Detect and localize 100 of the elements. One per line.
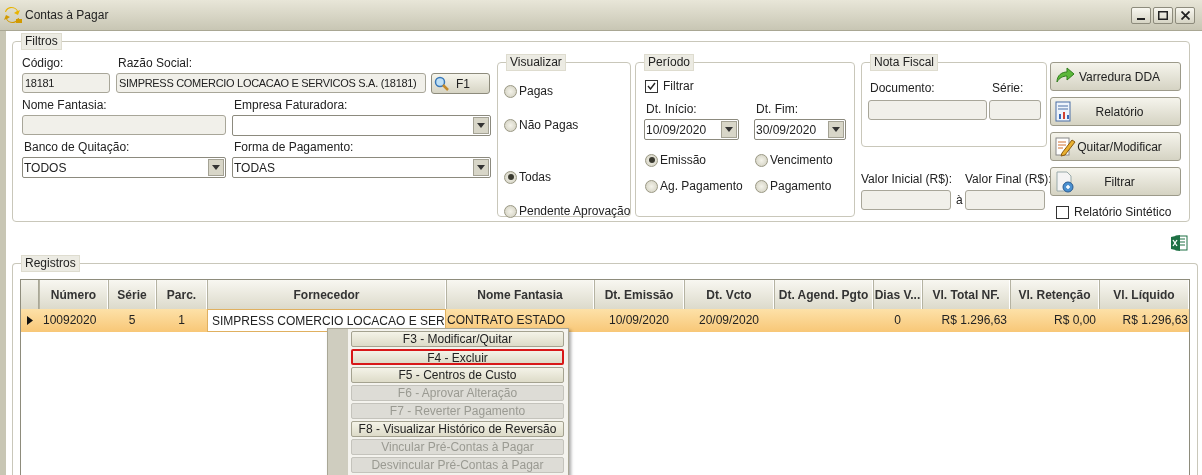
field-label: Dt. Início: bbox=[645, 102, 698, 117]
group-legend: Visualizar bbox=[506, 54, 566, 71]
table-cell-text: 0 bbox=[893, 312, 902, 329]
radio-button[interactable] bbox=[504, 84, 517, 98]
radio-label: Pagamento bbox=[770, 178, 832, 195]
field-label: Forma de Pagamento: bbox=[233, 140, 355, 155]
toolbar-button[interactable]: Varredura DDA bbox=[1050, 62, 1181, 91]
dropdown-field[interactable] bbox=[232, 115, 491, 136]
table-cell-text: CONTRATO ESTADO bbox=[446, 312, 566, 329]
field-label: Valor Inicial (R$): bbox=[861, 172, 953, 187]
search-button[interactable]: F1 bbox=[431, 73, 490, 94]
radio-label: Vencimento bbox=[770, 152, 833, 169]
radio-button[interactable] bbox=[504, 204, 517, 218]
radio-button[interactable] bbox=[504, 170, 517, 184]
column-header[interactable]: Dt. Agend. Pgto bbox=[774, 280, 873, 309]
field-label: Empresa Faturadora: bbox=[233, 98, 349, 113]
menu-item[interactable]: F8 - Visualizar Histórico de Reversão bbox=[351, 421, 564, 437]
row-header-corner bbox=[21, 280, 39, 309]
radio-label: Não Pagas bbox=[519, 117, 579, 134]
field-label: Razão Social: bbox=[117, 56, 194, 71]
caret-icon bbox=[832, 127, 840, 132]
range-separator: à bbox=[956, 193, 963, 207]
radio-button[interactable] bbox=[504, 118, 517, 132]
radio-label: Ag. Pagamento bbox=[660, 178, 743, 195]
field-label: Documento: bbox=[869, 81, 936, 96]
dropdown-field[interactable]: 30/09/2020 bbox=[754, 119, 846, 140]
radio-button[interactable] bbox=[755, 179, 768, 193]
menu-item[interactable]: F5 - Centros de Custo bbox=[351, 367, 564, 383]
column-header[interactable]: Vl. Líquido bbox=[1099, 280, 1189, 309]
input-field[interactable] bbox=[22, 115, 226, 135]
caret-icon bbox=[212, 165, 220, 170]
table-row[interactable]: 10092020 5 1 SIMPRESS COMERCIO LOCACAO E SER CONTRATO ESTADO 10/09/2020 20/09/2020 0 R$ 1.296,63 R$ 0,00 R$ 1.296,63 bbox=[21, 309, 1189, 332]
table-cell-text: R$ 1.296,63 bbox=[940, 312, 1008, 329]
radio-label: Pagas bbox=[519, 83, 554, 100]
radio-button[interactable] bbox=[645, 179, 658, 193]
radio-label: Emissão bbox=[660, 152, 706, 169]
caret-icon bbox=[725, 127, 733, 132]
app-logo-icon bbox=[3, 6, 23, 24]
column-header[interactable]: Dt. Vcto bbox=[684, 280, 774, 309]
search-icon bbox=[434, 75, 450, 92]
column-header[interactable]: Dias V... bbox=[873, 280, 922, 309]
table-cell-text: 10/09/2020 bbox=[607, 312, 671, 329]
dropdown-field[interactable]: TODAS bbox=[232, 157, 491, 178]
input-field[interactable] bbox=[989, 100, 1041, 120]
table-cell-text: R$ 1.296,63 bbox=[1121, 312, 1189, 329]
field-label: Valor Final (R$): bbox=[965, 172, 1052, 187]
input-field[interactable]: 18181 bbox=[22, 73, 110, 93]
group-legend: Nota Fiscal bbox=[870, 54, 939, 71]
column-header[interactable]: Série bbox=[108, 280, 156, 309]
toolbar-button[interactable]: Filtrar bbox=[1050, 167, 1181, 196]
column-header[interactable]: Número bbox=[39, 280, 108, 309]
input-field[interactable] bbox=[965, 190, 1045, 210]
input-field[interactable]: SIMPRESS COMERCIO LOCACAO E SERVICOS S.A. (18181) bbox=[116, 73, 426, 93]
caret-icon bbox=[477, 123, 485, 128]
close-button[interactable] bbox=[1175, 6, 1195, 24]
radio-button[interactable] bbox=[755, 153, 768, 167]
column-header[interactable]: Fornecedor bbox=[207, 280, 446, 309]
checkbox[interactable] bbox=[645, 79, 658, 93]
dropdown-value: 10/09/2020 bbox=[646, 121, 707, 139]
menu-item[interactable]: F4 - Excluir bbox=[351, 349, 564, 365]
field-label: Série: bbox=[991, 81, 1025, 96]
column-header[interactable]: Dt. Emissão bbox=[594, 280, 684, 309]
column-header[interactable]: Vl. Retenção bbox=[1010, 280, 1099, 309]
radio-button[interactable] bbox=[645, 153, 658, 167]
caret-icon bbox=[477, 165, 485, 170]
minimize-button[interactable] bbox=[1131, 6, 1151, 24]
group-legend: Registros bbox=[21, 255, 80, 272]
window-title: Contas à Pagar bbox=[25, 7, 109, 24]
dropdown-field[interactable]: TODOS bbox=[22, 157, 226, 178]
group-legend: Período bbox=[644, 54, 695, 71]
column-header[interactable]: Vl. Total NF. bbox=[922, 280, 1010, 309]
toolbar-button[interactable]: Quitar/Modificar bbox=[1050, 132, 1181, 161]
checkbox-label: Filtrar bbox=[663, 78, 694, 95]
input-field[interactable] bbox=[861, 190, 951, 210]
radio-label: Pendente Aprovação bbox=[519, 203, 631, 220]
input-field[interactable] bbox=[868, 100, 987, 120]
column-header[interactable]: Nome Fantasia bbox=[446, 280, 594, 309]
check-icon bbox=[647, 82, 656, 90]
maximize-icon bbox=[1158, 10, 1168, 20]
checkbox[interactable] bbox=[1056, 205, 1069, 219]
maximize-button[interactable] bbox=[1153, 6, 1173, 24]
close-icon bbox=[1180, 10, 1190, 20]
field-label: Banco de Quitação: bbox=[23, 140, 131, 155]
field-label: Nome Fantasia: bbox=[22, 98, 108, 113]
table-cell-text: 1 bbox=[177, 312, 186, 329]
field-label: Código: bbox=[22, 56, 65, 71]
menu-item[interactable]: F3 - Modificar/Quitar bbox=[351, 331, 564, 347]
group-legend: Filtros bbox=[21, 33, 62, 50]
dropdown-field[interactable]: 10/09/2020 bbox=[644, 119, 739, 140]
dropdown-value: TODOS bbox=[24, 159, 67, 177]
radio-label: Todas bbox=[519, 169, 552, 186]
field-label: Dt. Fim: bbox=[755, 102, 799, 117]
pencil-icon bbox=[1054, 136, 1076, 158]
document-icon bbox=[1054, 171, 1076, 193]
table-cell: SIMPRESS COMERCIO LOCACAO E SER bbox=[207, 309, 446, 332]
checkbox-label: Relatório Sintético bbox=[1074, 204, 1172, 221]
table-cell-text: 20/09/2020 bbox=[697, 312, 761, 329]
toolbar-button[interactable]: Relatório bbox=[1050, 97, 1181, 126]
column-header[interactable]: Parc. bbox=[156, 280, 207, 309]
table-cell-text: R$ 0,00 bbox=[1052, 312, 1097, 329]
